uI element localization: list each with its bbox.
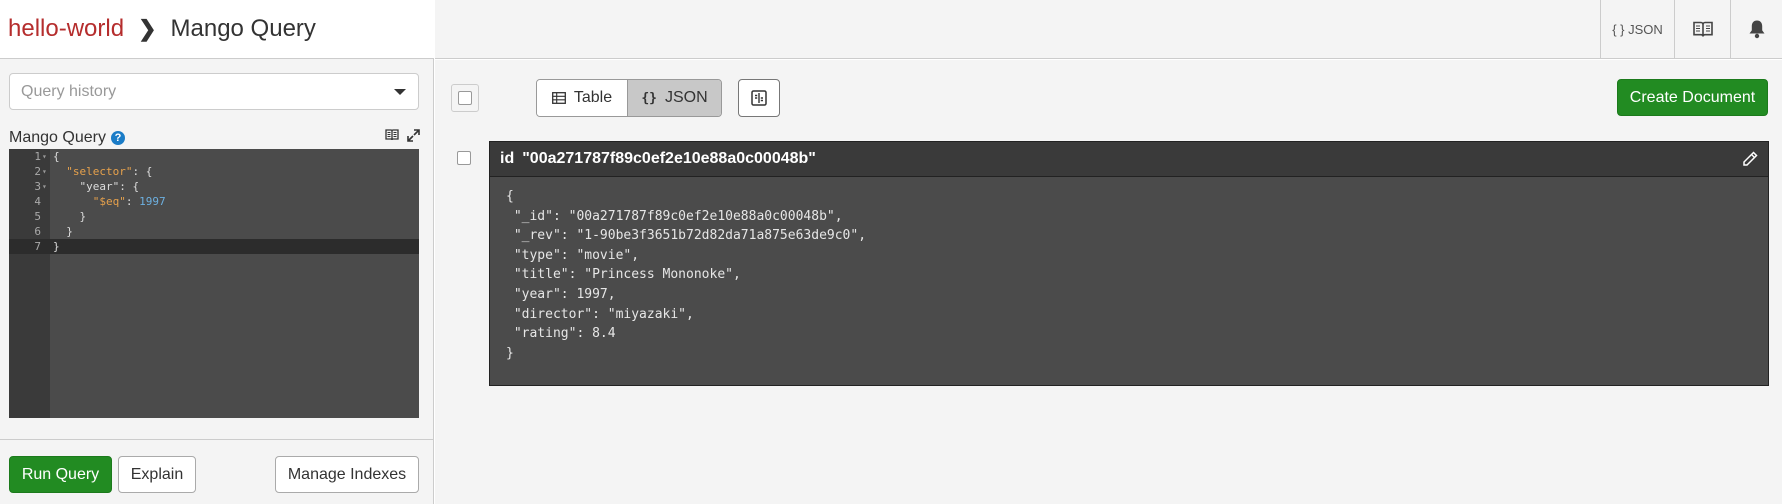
top-header: { } JSON [435, 0, 1782, 59]
editor-line: 2 ▾ "selector": { [9, 164, 419, 179]
line-number: 2 [34, 165, 41, 178]
book-icon[interactable] [385, 129, 399, 141]
table-icon [551, 92, 566, 104]
table-view-label: Table [573, 89, 613, 106]
fold-arrow-icon[interactable]: ▾ [42, 164, 47, 179]
pencil-icon[interactable] [1742, 151, 1758, 167]
code-text: "selector": { [66, 165, 153, 178]
tab-table-view[interactable]: Table [537, 80, 629, 116]
json-line: } [506, 345, 514, 361]
code-text: } [53, 225, 73, 238]
code-text: "year": { [53, 180, 140, 193]
columns-icon [751, 90, 767, 106]
editor-line: 6 } [9, 224, 419, 239]
fold-arrow-icon[interactable]: ▾ [42, 179, 47, 194]
line-number: 6 [34, 225, 41, 238]
json-line: "rating": 8.4 [506, 326, 616, 342]
breadcrumb: hello-world ❯ Mango Query [0, 0, 434, 59]
explain-button[interactable]: Explain [118, 456, 196, 493]
json-view-label: JSON [665, 89, 708, 106]
code-text: } [53, 210, 87, 223]
editor-line: 5 } [9, 209, 419, 224]
json-line: "_id": "00a271787f89c0ef2e10e88a0c00048b… [506, 208, 843, 224]
document-json-body: { "_id": "00a271787f89c0ef2e10e88a0c0004… [506, 187, 866, 363]
notifications-button[interactable] [1730, 0, 1782, 58]
code-text: { [53, 150, 60, 163]
line-number: 5 [34, 210, 41, 223]
editor-line: 4 "$eq": 1997 [9, 194, 419, 209]
json-line: { [506, 189, 514, 204]
json-line: "_rev": "1-90be3f3651b72d82da71a875e63de… [506, 228, 867, 244]
line-number: 4 [34, 195, 41, 208]
document-id-label: id [500, 150, 515, 167]
mango-query-label: Mango Query [9, 129, 106, 146]
checkbox-square [457, 151, 471, 165]
fold-arrow-icon[interactable]: ▾ [42, 149, 47, 164]
json-brace-icon: {} [641, 90, 657, 106]
code-text: "$eq": 1997 [92, 195, 166, 208]
documentation-button[interactable] [1674, 0, 1730, 58]
line-number: 1 [34, 150, 41, 163]
document-header: id "00a271787f89c0ef2e10e88a0c00048b" [490, 142, 1768, 177]
caret-down-icon [394, 89, 406, 95]
editor-tools [385, 129, 420, 142]
query-history-select[interactable]: Query history [9, 73, 419, 110]
page-title: Mango Query [170, 15, 316, 42]
editor-line: 1 ▾ { [9, 149, 419, 164]
bell-icon [1749, 20, 1764, 39]
line-number: 7 [34, 240, 41, 253]
query-panel: hello-world ❯ Mango Query Query history … [0, 0, 434, 504]
chevron-right-icon: ❯ [138, 16, 157, 41]
select-all-checkbox[interactable] [451, 84, 479, 112]
line-number: 3 [34, 180, 41, 193]
mango-query-label-row: Mango Query ? [9, 129, 125, 147]
editor-line: 7} [9, 239, 419, 254]
view-toggle: Table {} JSON [536, 79, 722, 117]
query-actions-divider [0, 439, 434, 440]
document-checkbox[interactable] [457, 151, 471, 165]
document-card[interactable]: id "00a271787f89c0ef2e10e88a0c00048b" { … [489, 141, 1769, 386]
breadcrumb-database-link[interactable]: hello-world [8, 15, 124, 43]
document-id-value: "00a271787f89c0ef2e10e88a0c00048b" [522, 150, 816, 167]
manage-indexes-button[interactable]: Manage Indexes [275, 456, 419, 493]
api-url-json-button[interactable]: { } JSON [1600, 0, 1674, 58]
editor-line: 3 ▾ "year": { [9, 179, 419, 194]
mango-query-editor[interactable]: 1 ▾{2 ▾ "selector": {3 ▾ "year": {4 "$eq": … [9, 149, 419, 418]
json-line: "type": "movie", [506, 247, 640, 263]
query-history-placeholder: Query history [21, 82, 117, 100]
create-document-button[interactable]: Create Document [1617, 79, 1768, 116]
json-line: "title": "Princess Mononoke", [506, 267, 741, 283]
question-circle-icon[interactable]: ? [110, 131, 125, 145]
tab-json-view[interactable]: {} JSON [628, 80, 721, 116]
checkbox-square [458, 91, 472, 105]
run-query-button[interactable]: Run Query [9, 456, 112, 493]
book-icon [1692, 21, 1713, 37]
json-line: "director": "miyazaki", [506, 306, 694, 322]
json-label: { } JSON [1612, 21, 1663, 37]
json-line: "year": 1997, [506, 286, 616, 302]
expand-icon[interactable] [407, 129, 420, 142]
code-text: } [53, 240, 60, 253]
column-toggle-button[interactable] [738, 79, 780, 117]
